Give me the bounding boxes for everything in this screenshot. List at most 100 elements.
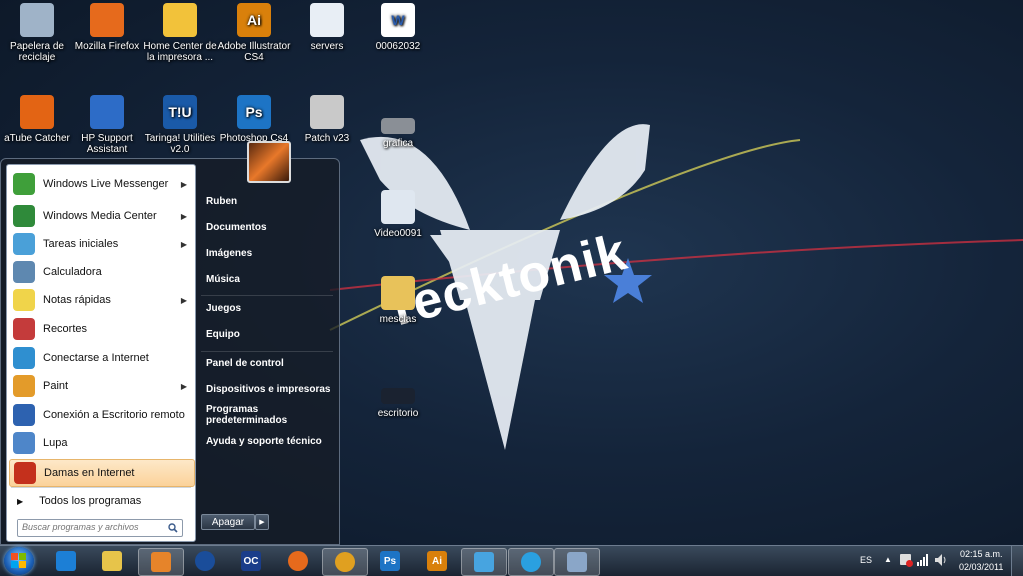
start-program-conectarse-a-internet[interactable]: Conectarse a Internet (9, 345, 193, 371)
desktop-icon-video-file[interactable]: Video0091 (361, 190, 435, 239)
taskbar-internet-explorer-button[interactable] (44, 548, 88, 574)
start-program-lupa[interactable]: Lupa (9, 430, 193, 456)
desktop-icon-label: Mozilla Firefox (74, 41, 140, 52)
start-button[interactable] (4, 547, 34, 575)
start-right-panel-de-control[interactable]: Panel de control (201, 353, 338, 373)
desktop-icon-taringa[interactable]: T!U Taringa! Utilities v2.0 (143, 95, 217, 155)
taskbar-paint-button[interactable] (554, 548, 600, 576)
start-program-recortes[interactable]: Recortes (9, 316, 193, 342)
taskbar-explorer-folder-button[interactable] (90, 548, 134, 574)
program-label: Conectarse a Internet (43, 352, 149, 364)
start-right-imagenes[interactable]: Imágenes (201, 243, 338, 263)
program-label: Lupa (43, 437, 68, 449)
start-right-equipo[interactable]: Equipo (201, 324, 338, 344)
search-input[interactable] (18, 520, 162, 534)
desktop-icon-label: Home Center de la impresora ... (143, 41, 217, 63)
taskbar-hp-button[interactable] (183, 548, 227, 574)
search-box[interactable] (17, 519, 183, 537)
program-icon (13, 205, 35, 227)
clock-date[interactable]: 02/03/2011 (959, 562, 1003, 572)
alert-x-icon (906, 560, 913, 567)
start-right-programas-predeterminados[interactable]: Programas predeterminados (201, 404, 338, 426)
start-program-notas-r-pidas[interactable]: Notas rápidas ▶ (9, 287, 193, 313)
desktop-icon-counter-strike[interactable]: Patch v23 (290, 95, 364, 144)
skype-icon (521, 552, 541, 572)
start-program-calculadora[interactable]: Calculadora (9, 259, 193, 285)
taskbar-messenger-button[interactable] (461, 548, 507, 576)
desktop-icon-label: escritorio (377, 408, 419, 419)
all-programs-label: Todos los programas (39, 495, 142, 507)
volume-icon[interactable] (935, 554, 947, 566)
start-program-paint[interactable]: Paint ▶ (9, 373, 193, 399)
language-indicator[interactable]: ES (860, 555, 872, 565)
submenu-arrow-icon[interactable]: ▶ (181, 180, 187, 189)
firefox-icon (288, 551, 308, 571)
show-hidden-icons-button[interactable]: ▲ (884, 555, 892, 564)
program-icon (13, 261, 35, 283)
folder-icon (381, 276, 415, 310)
network-signal-icon[interactable] (917, 554, 929, 566)
program-icon (13, 432, 35, 454)
desktop-icon-word-doc[interactable]: W 00062032 (361, 3, 435, 52)
desktop-icon-firefox[interactable]: Mozilla Firefox (70, 3, 144, 52)
menu-separator (201, 295, 333, 296)
taskbar-oc-button[interactable]: OC (229, 548, 273, 574)
desktop-icon-illustrator[interactable]: Ai Adobe Illustrator CS4 (217, 3, 291, 63)
start-right-musica[interactable]: Música (201, 269, 338, 289)
taskbar-photoshop-button[interactable]: Ps (368, 548, 412, 574)
submenu-arrow-icon[interactable]: ▶ (181, 382, 187, 391)
desktop-icon-label: Video0091 (374, 228, 422, 239)
show-desktop-button[interactable] (1011, 546, 1023, 576)
program-icon (14, 462, 36, 484)
program-label: Conexión a Escritorio remoto (43, 409, 185, 421)
submenu-arrow-icon[interactable]: ▶ (181, 240, 187, 249)
user-picture[interactable] (247, 141, 291, 183)
program-label: Windows Live Messenger (43, 178, 169, 190)
start-menu-programs-pane: Windows Live Messenger ▶ Windows Media Cen… (6, 164, 196, 542)
desktop-icon-image[interactable]: escritorio (361, 378, 435, 419)
start-right-ruben[interactable]: Ruben (201, 191, 338, 211)
program-label: Tareas iniciales (43, 238, 119, 250)
submenu-arrow-icon[interactable]: ▶ (181, 212, 187, 221)
start-right-juegos[interactable]: Juegos (201, 298, 338, 318)
desktop-icon-folder[interactable]: mesclas (361, 276, 435, 325)
taskbar-skype-button[interactable] (508, 548, 554, 576)
start-program-windows-live-messenger[interactable]: Windows Live Messenger ▶ (9, 171, 193, 197)
program-label: Windows Media Center (43, 210, 157, 222)
shutdown-button[interactable]: Apagar (201, 514, 255, 530)
counter-strike-icon (310, 95, 344, 129)
start-program-damas-en-internet[interactable]: Damas en Internet (9, 459, 195, 487)
start-right-ayuda-y-soporte-tecnico[interactable]: Ayuda y soporte técnico (201, 431, 338, 451)
start-program-tareas-iniciales[interactable]: Tareas iniciales ▶ (9, 231, 193, 257)
taskbar-chrome-button[interactable] (322, 548, 368, 576)
desktop-icon-hp-support[interactable]: HP Support Assistant (70, 95, 144, 155)
desktop-icon-printer-center[interactable]: Home Center de la impresora ... (143, 3, 217, 63)
shutdown-options-button[interactable]: ▶ (255, 514, 269, 530)
all-programs-button[interactable]: ▶ Todos los programas (9, 491, 193, 511)
desktop-icon-image[interactable]: grafica (361, 108, 435, 149)
start-program-conexi-n-a-escritorio-remoto[interactable]: Conexión a Escritorio remoto (9, 402, 193, 428)
start-program-windows-media-center[interactable]: Windows Media Center ▶ (9, 203, 193, 229)
submenu-arrow-icon[interactable]: ▶ (181, 296, 187, 305)
firefox-icon (90, 3, 124, 37)
program-icon (13, 404, 35, 426)
action-center-icon[interactable] (900, 554, 913, 567)
clock-time[interactable]: 02:15 a.m. (960, 549, 1003, 559)
taskbar-media-player-button[interactable] (138, 548, 184, 576)
atube-icon (20, 95, 54, 129)
taskbar-illustrator-button[interactable]: Ai (415, 548, 459, 574)
illustrator-icon: Ai (427, 551, 447, 571)
desktop-icon-label: mesclas (379, 314, 417, 325)
desktop-icon-atube[interactable]: aTube Catcher (0, 95, 74, 144)
program-icon (13, 173, 35, 195)
desktop-icon-label: servers (310, 41, 344, 52)
desktop-icon-photoshop[interactable]: Ps Photoshop Cs4 (217, 95, 291, 144)
start-menu: Windows Live Messenger ▶ Windows Media Cen… (0, 141, 340, 545)
desktop-icon-label: HP Support Assistant (81, 133, 133, 155)
start-right-documentos[interactable]: Documentos (201, 217, 338, 237)
desktop-icon-recycle-bin[interactable]: Papelera de reciclaje (0, 3, 74, 63)
program-label: Paint (43, 380, 69, 392)
desktop-icon-document[interactable]: servers (290, 3, 364, 52)
taskbar-firefox-button[interactable] (276, 548, 320, 574)
start-right-dispositivos-e-impresoras[interactable]: Dispositivos e impresoras (201, 379, 338, 399)
